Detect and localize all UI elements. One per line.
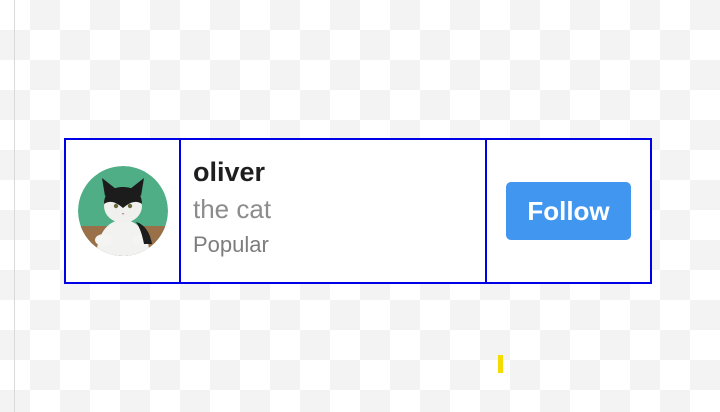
profile-name: oliver [193,157,266,187]
profile-subtitle: the cat [193,194,272,224]
profile-card: oliver the cat Popular Follow [64,138,652,284]
avatar-cell [66,140,181,282]
yellow-marker [498,355,503,373]
profile-tag: Popular [193,232,269,257]
profile-info-cell: oliver the cat Popular [181,140,487,282]
follow-button[interactable]: Follow [506,182,631,240]
action-cell: Follow [487,140,650,282]
avatar [77,166,168,256]
left-divider [14,0,15,412]
